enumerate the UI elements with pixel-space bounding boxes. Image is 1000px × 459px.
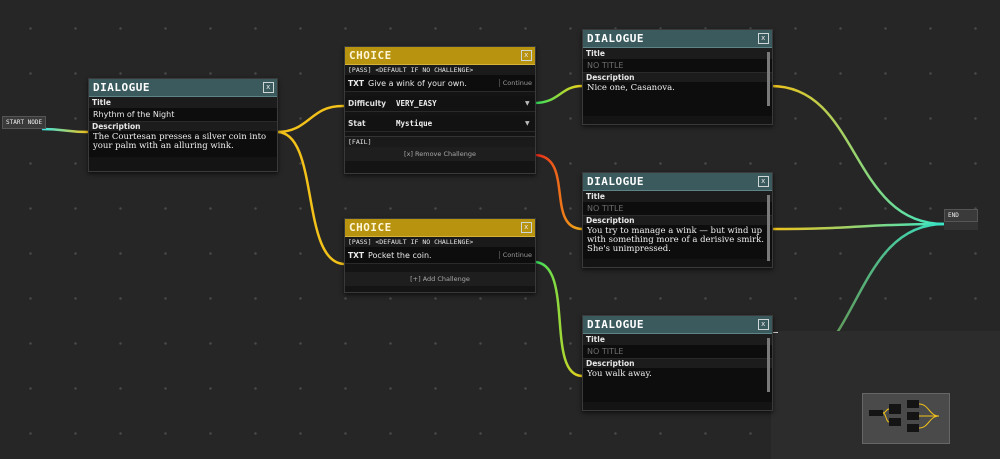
wire-d3-to-end [770, 222, 945, 231]
node-type-label: DIALOGUE [93, 81, 150, 94]
wire-c1-to-d2 [533, 84, 583, 105]
continue-button[interactable]: Continue [498, 79, 535, 87]
wire-c2-to-d4 [533, 260, 583, 378]
start-node-label: START NODE [6, 119, 43, 126]
close-icon[interactable]: x [758, 33, 769, 44]
choice-text-input[interactable]: Pocket the coin. [368, 251, 499, 260]
dialogue-node-header[interactable]: DIALOGUE x [583, 173, 772, 191]
close-icon[interactable]: x [521, 222, 532, 233]
minimap-wire [918, 403, 940, 429]
minimap-node [907, 424, 919, 432]
difficulty-row: Difficulty VERY_EASY ▼ [345, 96, 535, 112]
end-node[interactable]: END NODE [944, 209, 978, 230]
dialogue-node-header[interactable]: DIALOGUE x [89, 79, 277, 97]
description-textarea[interactable]: Nice one, Casanova. [583, 82, 772, 116]
minimap-wire [882, 408, 890, 423]
wire-d2-to-end [770, 84, 945, 226]
node-type-label: DIALOGUE [587, 318, 644, 331]
minimap-node [907, 400, 919, 408]
fail-label: [FAIL] [345, 136, 535, 147]
scrollbar[interactable] [767, 52, 770, 106]
txt-label: TXT [348, 250, 365, 260]
wire-d1-to-c2 [276, 130, 345, 266]
description-textarea[interactable]: You try to manage a wink — but wind up w… [583, 225, 772, 259]
choice-node-header[interactable]: CHOICE x [345, 47, 535, 65]
chevron-down-icon[interactable]: ▼ [525, 100, 535, 107]
dialogue-node-header[interactable]: DIALOGUE x [583, 316, 772, 334]
choice-node-header[interactable]: CHOICE x [345, 219, 535, 237]
choice-node-2[interactable]: CHOICE x [PASS] <DEFAULT IF NO CHALLENGE… [344, 218, 536, 293]
choice-text-row: TXT Give a wink of your own. Continue [345, 75, 535, 92]
title-label: Title [89, 97, 277, 108]
end-node-body [944, 222, 978, 230]
pass-label: [PASS] <DEFAULT IF NO CHALLENGE> [345, 65, 535, 75]
description-label: Description [583, 216, 772, 225]
choice-node-1[interactable]: CHOICE x [PASS] <DEFAULT IF NO CHALLENGE… [344, 46, 536, 174]
wire-c1fail-to-d3 [533, 153, 583, 231]
description-textarea[interactable]: The Courtesan presses a silver coin into… [89, 131, 277, 157]
minimap-node [889, 418, 901, 426]
dialogue-node-2[interactable]: DIALOGUE x Title NO TITLE Description Ni… [582, 29, 773, 125]
pass-label: [PASS] <DEFAULT IF NO CHALLENGE> [345, 237, 535, 247]
description-label: Description [583, 359, 772, 368]
chevron-down-icon[interactable]: ▼ [525, 120, 535, 127]
wire-d1-to-c1 [276, 104, 345, 134]
title-input[interactable]: NO TITLE [583, 345, 772, 359]
title-input[interactable]: Rhythm of the Night [89, 108, 277, 122]
node-type-label: DIALOGUE [587, 32, 644, 45]
node-type-label: CHOICE [349, 49, 392, 62]
title-label: Title [583, 48, 772, 59]
minimap-node [869, 410, 883, 416]
continue-button[interactable]: Continue [498, 251, 535, 259]
difficulty-select[interactable]: VERY_EASY [396, 99, 525, 108]
stat-row: Stat Mystique ▼ [345, 116, 535, 132]
stat-label: Stat [348, 119, 366, 128]
start-node[interactable]: START NODE [2, 116, 47, 129]
description-label: Description [89, 122, 277, 131]
description-label: Description [583, 73, 772, 82]
minimap-node [889, 404, 901, 414]
wire-start-to-d1 [41, 127, 89, 134]
description-textarea[interactable]: You walk away. [583, 368, 772, 402]
remove-challenge-button[interactable]: [x] Remove Challenge [345, 147, 535, 161]
title-label: Title [583, 334, 772, 345]
node-type-label: DIALOGUE [587, 175, 644, 188]
close-icon[interactable]: x [758, 319, 769, 330]
dialogue-node-3[interactable]: DIALOGUE x Title NO TITLE Description Yo… [582, 172, 773, 268]
minimap-preview [869, 400, 940, 432]
close-icon[interactable]: x [758, 176, 769, 187]
minimap[interactable] [862, 393, 950, 444]
add-challenge-button[interactable]: [+] Add Challenge [345, 272, 535, 286]
scrollbar[interactable] [767, 195, 770, 261]
close-icon[interactable]: x [263, 82, 274, 93]
minimap-node [907, 412, 919, 420]
title-input[interactable]: NO TITLE [583, 59, 772, 73]
stat-select[interactable]: Mystique [396, 119, 525, 128]
close-icon[interactable]: x [521, 50, 532, 61]
node-type-label: CHOICE [349, 221, 392, 234]
txt-label: TXT [348, 78, 365, 88]
dialogue-node-1[interactable]: DIALOGUE x Title Rhythm of the Night Des… [88, 78, 278, 172]
choice-text-row: TXT Pocket the coin. Continue [345, 247, 535, 264]
dialogue-node-header[interactable]: DIALOGUE x [583, 30, 772, 48]
difficulty-label: Difficulty [348, 99, 386, 108]
title-input[interactable]: NO TITLE [583, 202, 772, 216]
dialogue-node-4[interactable]: DIALOGUE x Title NO TITLE Description Yo… [582, 315, 773, 411]
scrollbar[interactable] [767, 338, 770, 392]
title-label: Title [583, 191, 772, 202]
choice-text-input[interactable]: Give a wink of your own. [368, 79, 499, 88]
